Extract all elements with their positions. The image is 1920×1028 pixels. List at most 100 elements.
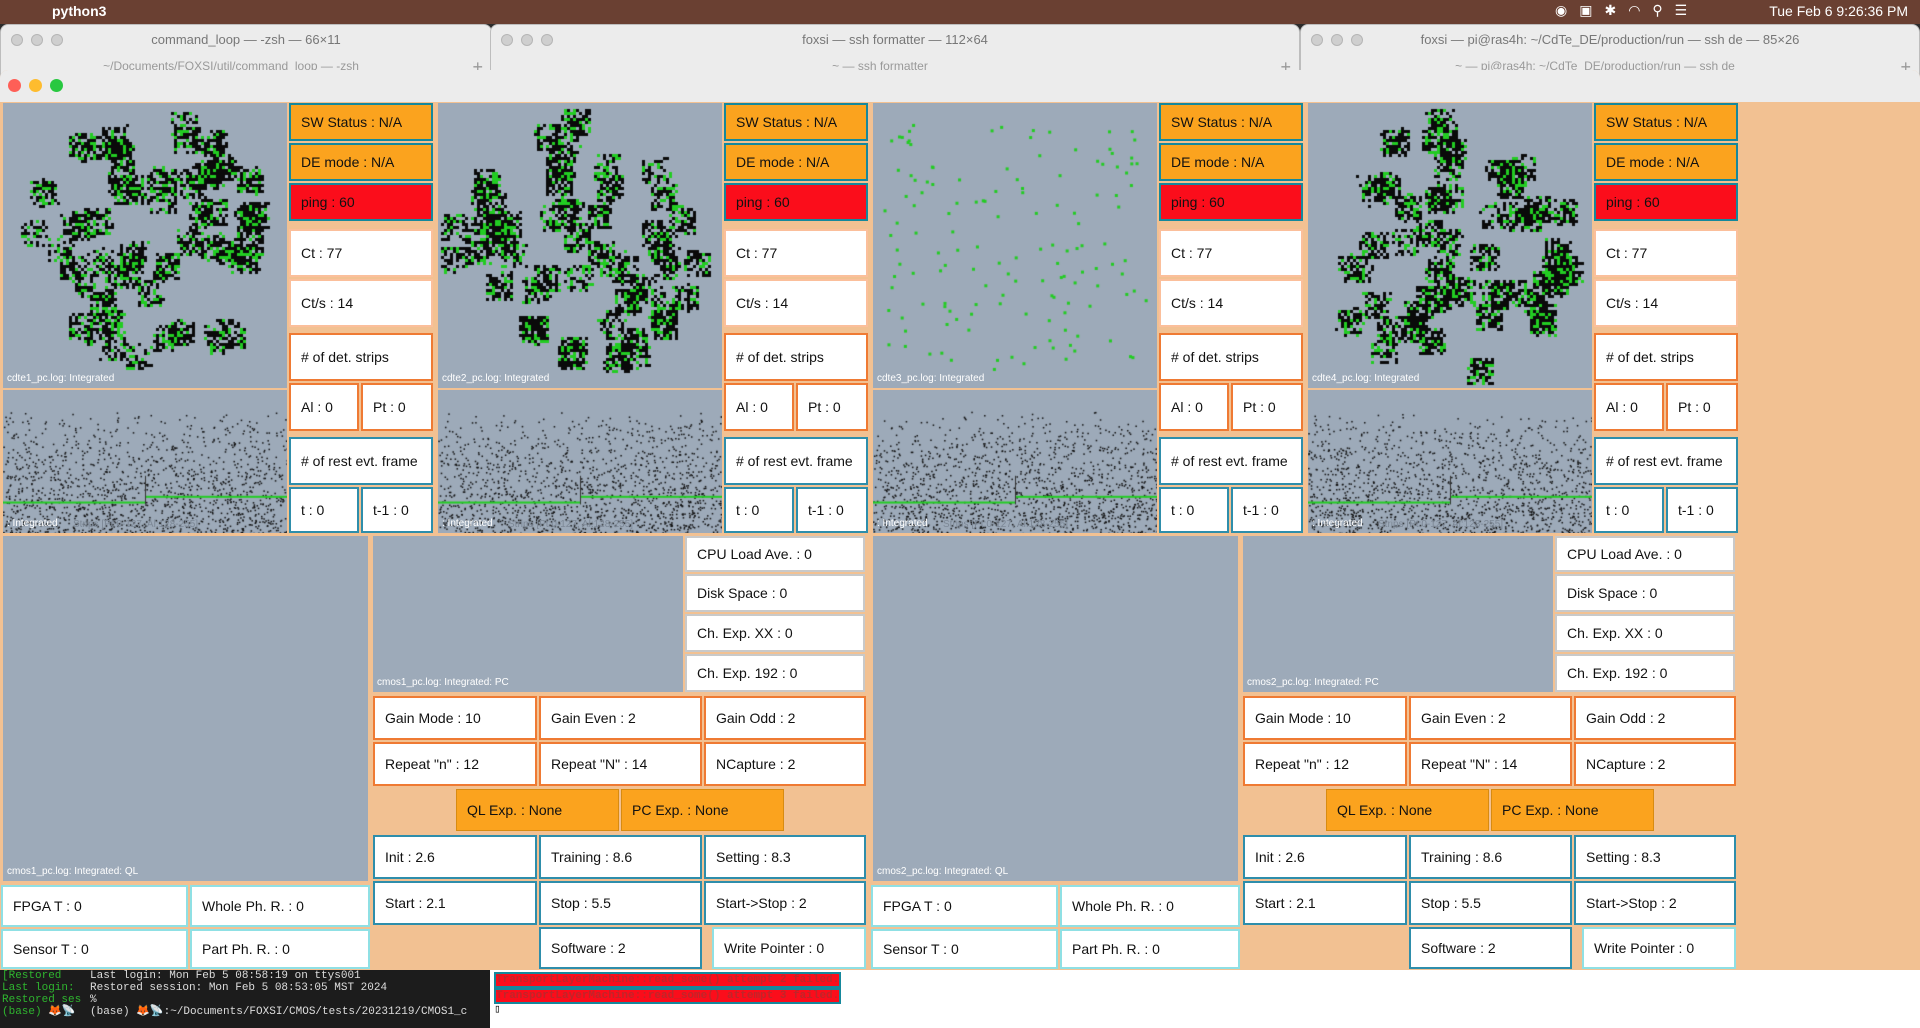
display-icon[interactable]: ▣	[1579, 2, 1592, 19]
pt-count: Pt : 0	[1666, 383, 1738, 431]
cdte-column: cdte2_pc.log: Integrated : Integrated Stri…	[438, 103, 870, 533]
plot-label: cmos2_pc.log: Integrated: PC	[1247, 677, 1379, 688]
t-value: t : 0	[724, 487, 794, 533]
part-phase-rate: Part Ph. R. : 0	[190, 929, 370, 969]
t-value: t : 0	[1159, 487, 1229, 533]
cdte-image-panel[interactable]: cdte1_pc.log: Integrated	[3, 103, 287, 388]
ncapture: NCapture : 2	[704, 742, 866, 786]
det-strips-label: # of det. strips	[289, 333, 433, 381]
sensor-temperature: Sensor T : 0	[1, 929, 188, 969]
cmos-ql-panel[interactable]: cmos1_pc.log: Integrated: QL	[3, 536, 368, 881]
whole-phase-rate: Whole Ph. R. : 0	[190, 885, 370, 927]
cpu-load: CPU Load Ave. : 0	[685, 536, 865, 572]
app-name[interactable]: python3	[52, 3, 106, 19]
pt-count: Pt : 0	[361, 383, 433, 431]
pt-count: Pt : 0	[796, 383, 868, 431]
repeat-small-n: Repeat "n" : 12	[373, 742, 537, 786]
channel-exp-192: Ch. Exp. 192 : 0	[685, 654, 865, 692]
count-value: Ct : 77	[289, 229, 433, 277]
cdte-image-panel[interactable]: cdte4_pc.log: Integrated	[1308, 103, 1592, 388]
rest-event-frame-label: # of rest evt. frame	[1159, 437, 1303, 485]
strip-spectrum-canvas	[1308, 390, 1592, 533]
terminal-lines: Last login: Mon Feb 5 08:58:19 on ttys00…	[90, 970, 468, 1018]
t-minus-1-value: t-1 : 0	[361, 487, 433, 533]
close-icon[interactable]	[8, 79, 21, 92]
setting-time: Setting : 8.3	[704, 835, 866, 879]
setting-time: Setting : 8.3	[1574, 835, 1736, 879]
terminal-output-left[interactable]: [Restored Last login: Restored ses (base…	[0, 968, 490, 1028]
cdte-column: cdte1_pc.log: Integrated : Integrated Stri…	[3, 103, 435, 533]
al-count: Al : 0	[1594, 383, 1664, 431]
strip-spectrum-canvas	[3, 390, 287, 533]
terminal-output-right[interactable]	[1300, 968, 1920, 1028]
training-time: Training : 8.6	[539, 835, 702, 879]
channel-exp-192: Ch. Exp. 192 : 0	[1555, 654, 1735, 692]
disk-space: Disk Space : 0	[685, 574, 865, 612]
start-time: Start : 2.1	[373, 881, 537, 925]
cmos-section: cmos1_pc.log: Integrated: QL cmos1_pc.log…	[0, 535, 870, 970]
cmos-pc-panel[interactable]: cmos2_pc.log: Integrated: PC	[1243, 536, 1553, 692]
strip-axis-label: Strips [Pt:0-127, Al:128-255]	[508, 519, 634, 530]
part-phase-rate: Part Ph. R. : 0	[1060, 929, 1240, 969]
wifi-icon[interactable]: ◠	[1628, 2, 1640, 19]
strip-axis-label: Strips [Pt:0-127, Al:128-255]	[73, 519, 199, 530]
write-pointer: Write Pointer : 0	[712, 927, 866, 969]
software-value: Software : 2	[1409, 927, 1572, 969]
ping-status: ping : 60	[724, 183, 868, 221]
software-value: Software : 2	[539, 927, 702, 969]
count-rate-value: Ct/s : 14	[1594, 279, 1738, 327]
ql-exposure: QL Exp. : None	[1326, 789, 1489, 831]
record-icon[interactable]: ◉	[1555, 2, 1567, 19]
plot-label: : Integrated	[877, 518, 928, 529]
cmos-ql-panel[interactable]: cmos2_pc.log: Integrated: QL	[873, 536, 1238, 881]
al-count: Al : 0	[724, 383, 794, 431]
terminal-title: foxsi — pi@ras4h: ~/CdTe_DE/production/r…	[1420, 32, 1800, 47]
strip-spectrum-panel[interactable]: : Integrated Strips [Pt:0-127, Al:128-255…	[1308, 390, 1592, 533]
cmos-pc-panel[interactable]: cmos1_pc.log: Integrated: PC	[373, 536, 683, 692]
gain-even: Gain Even : 2	[539, 696, 702, 740]
rest-event-frame-label: # of rest evt. frame	[1594, 437, 1738, 485]
plot-label: cdte1_pc.log: Integrated	[7, 373, 115, 384]
search-icon[interactable]: ⚲	[1652, 2, 1662, 19]
stop-time: Stop : 5.5	[539, 881, 702, 925]
t-minus-1-value: t-1 : 0	[1666, 487, 1738, 533]
count-value: Ct : 77	[1159, 229, 1303, 277]
start-stop-time: Start->Stop : 2	[1574, 881, 1736, 925]
repeat-big-n: Repeat "N" : 14	[1409, 742, 1572, 786]
t-minus-1-value: t-1 : 0	[796, 487, 868, 533]
fpga-temperature: FPGA T : 0	[1, 885, 188, 927]
de-mode: DE mode : N/A	[289, 143, 433, 181]
fpga-temperature: FPGA T : 0	[871, 885, 1058, 927]
cdte-image-panel[interactable]: cdte3_pc.log: Integrated	[873, 103, 1157, 388]
sw-status: SW Status : N/A	[289, 103, 433, 141]
strip-axis-label: Strips [Pt:0-127, Al:128-255]	[943, 519, 1069, 530]
channel-exp-xx: Ch. Exp. XX : 0	[685, 614, 865, 652]
clock[interactable]: Tue Feb 6 9:26:36 PM	[1769, 3, 1908, 19]
plot-label: : Integrated	[442, 518, 493, 529]
init-time: Init : 2.6	[1243, 835, 1407, 879]
terminal-output-middle[interactable]: TransportLayerMachine::read_some() attem…	[490, 968, 1300, 1028]
plot-label: cmos2_pc.log: Integrated: QL	[877, 866, 1009, 877]
strip-spectrum-canvas	[438, 390, 722, 533]
ql-exposure: QL Exp. : None	[456, 789, 619, 831]
cdte-image-panel[interactable]: cdte2_pc.log: Integrated	[438, 103, 722, 388]
plot-label: : Integrated	[1312, 518, 1363, 529]
init-time: Init : 2.6	[373, 835, 537, 879]
maximize-icon[interactable]	[50, 79, 63, 92]
count-value: Ct : 77	[1594, 229, 1738, 277]
de-mode: DE mode : N/A	[724, 143, 868, 181]
pt-count: Pt : 0	[1231, 383, 1303, 431]
terminal-margin: [Restored Last login: Restored ses (base…	[2, 970, 82, 1018]
repeat-small-n: Repeat "n" : 12	[1243, 742, 1407, 786]
window-titlebar[interactable]	[0, 70, 1920, 102]
cpu-load: CPU Load Ave. : 0	[1555, 536, 1735, 572]
control-center-icon[interactable]: ☰	[1675, 2, 1688, 19]
de-mode: DE mode : N/A	[1159, 143, 1303, 181]
strip-spectrum-panel[interactable]: : Integrated Strips [Pt:0-127, Al:128-255…	[3, 390, 287, 533]
whole-phase-rate: Whole Ph. R. : 0	[1060, 885, 1240, 927]
ping-status: ping : 60	[1594, 183, 1738, 221]
strip-spectrum-panel[interactable]: : Integrated Strips [Pt:0-127, Al:128-255…	[438, 390, 722, 533]
strip-spectrum-panel[interactable]: : Integrated Strips [Pt:0-127, Al:128-255…	[873, 390, 1157, 533]
bluetooth-icon[interactable]: ✱	[1604, 2, 1616, 19]
minimize-icon[interactable]	[29, 79, 42, 92]
